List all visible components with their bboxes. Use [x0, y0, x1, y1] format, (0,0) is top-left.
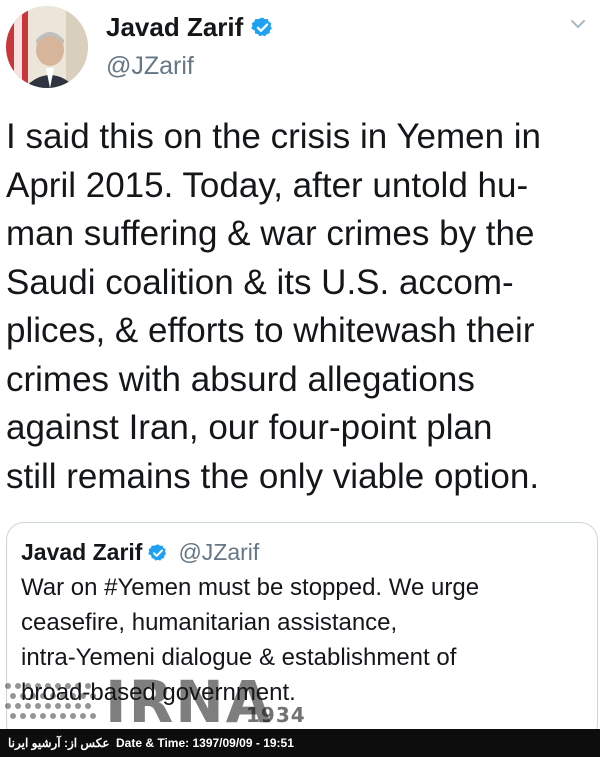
watermark-year: 1934 — [246, 703, 306, 727]
quoted-text-line: ceasefire, humanitarian assistance, — [21, 609, 398, 636]
date-time: Date & Time: 1397/09/09 - 19:51 — [116, 736, 294, 750]
verified-badge-icon — [251, 16, 274, 39]
chevron-down-icon[interactable] — [568, 14, 588, 34]
avatar[interactable] — [6, 6, 88, 88]
photo-credit: عکس از: آرشیو ایرنا — [8, 736, 110, 750]
photo-credit-bar: عکس از: آرشیو ایرنا Date & Time: 1397/09… — [0, 729, 600, 757]
tweet-text-line: crimes with absurd allegations — [6, 359, 475, 399]
author-name[interactable]: Javad Zarif — [106, 12, 243, 43]
tweet-text-line: plices, & efforts to whitewash their — [6, 311, 535, 350]
tweet-text-line: I said this on the crisis in Yemen in — [6, 117, 542, 156]
author-handle[interactable]: @JZarif — [106, 52, 194, 81]
quoted-author-name[interactable]: Javad Zarif — [21, 539, 142, 566]
quoted-text-line: War on #Yemen must be stopped. We urge — [21, 574, 480, 601]
quoted-author-handle[interactable]: @JZarif — [178, 539, 259, 566]
tweet-text-line: still remains the only viable option. — [6, 456, 540, 496]
tweet-text: I said this on the crisis in Yemen in Ap… — [6, 113, 598, 501]
tweet-text-line: against Iran, our four-point plan — [6, 408, 493, 447]
tweet-text-line: man suffering & war crimes by the — [6, 214, 535, 253]
avatar-photo — [6, 6, 88, 88]
tweet-text-line: April 2015. Today, after untold hu- — [6, 165, 529, 205]
verified-badge-icon — [148, 543, 168, 563]
tweet-text-line: Saudi coalition & its U.S. accom- — [6, 262, 514, 302]
